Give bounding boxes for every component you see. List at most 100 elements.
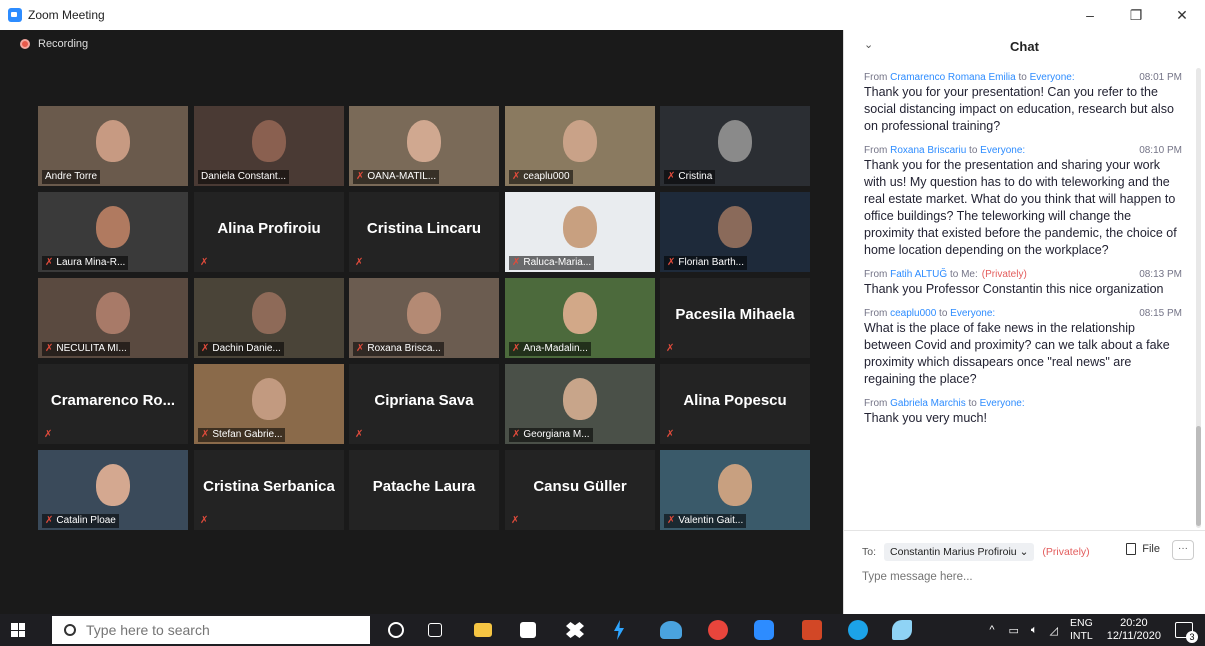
chat-message: From ceaplu000 to Everyone: 08:15 PM What … [864, 308, 1182, 388]
task-view-icon[interactable] [428, 623, 442, 637]
chat-message-input[interactable] [862, 571, 1182, 583]
participant-face [563, 120, 597, 162]
minimize-button[interactable]: – [1067, 0, 1113, 30]
message-sender[interactable]: Gabriela Marchis [890, 398, 966, 409]
participant-tile[interactable]: Cristina Lincaru ✗ [349, 192, 499, 272]
participant-tile[interactable]: ✗ OANA-MATIL... [349, 106, 499, 186]
message-recipient: Everyone [979, 398, 1022, 409]
message-text: Thank you for your presentation! Can you… [864, 85, 1174, 133]
chevron-down-icon[interactable]: ⌄ [864, 38, 873, 51]
chat-message: From Gabriela Marchis to Everyone: Thank … [864, 398, 1182, 427]
message-sender[interactable]: Cramarenco Romana Emilia [890, 72, 1016, 83]
vscode-icon[interactable] [614, 620, 624, 640]
scrollbar-thumb[interactable] [1196, 426, 1201, 526]
participant-tile[interactable]: ✗ Ana-Madalin... [505, 278, 655, 358]
participant-face [96, 120, 130, 162]
message-sender-line: From Gabriela Marchis to Everyone: [864, 398, 1025, 409]
chevron-up-icon[interactable]: ^ [989, 624, 994, 636]
participant-tile[interactable]: ✗ Roxana Brisca... [349, 278, 499, 358]
participant-tile[interactable]: ✗ Valentin Gait... [660, 450, 810, 530]
chat-message-list: From Cramarenco Romana Emilia to Everyon… [864, 72, 1182, 437]
maximize-button[interactable]: ❐ [1113, 0, 1159, 30]
participant-tile[interactable]: Alina Popescu ✗ [660, 364, 810, 444]
chat-message: From Cramarenco Romana Emilia to Everyon… [864, 72, 1182, 135]
cortana-icon[interactable] [388, 622, 404, 638]
mic-muted-icon: ✗ [511, 515, 520, 526]
chat-scrollbar[interactable] [1196, 68, 1201, 528]
participant-tile[interactable]: Pacesila Mihaela ✗ [660, 278, 810, 358]
file-label: File [1142, 543, 1160, 555]
more-options-button[interactable]: ··· [1172, 540, 1194, 560]
participant-tile[interactable]: ✗ NECULITA MI... [38, 278, 188, 358]
participant-tile[interactable]: Patache Laura [349, 450, 499, 530]
from-word: From [864, 269, 891, 280]
taskbar-search[interactable] [52, 616, 370, 644]
notification-count: 3 [1186, 631, 1198, 643]
participant-name: Dachin Danie... [212, 343, 281, 354]
participant-label: ✗ Florian Barth... [664, 256, 747, 270]
gallery-view: Recording Andre Torre Daniela Constant...… [0, 30, 843, 614]
start-button[interactable] [0, 614, 36, 646]
chat-message-meta: From Cramarenco Romana Emilia to Everyon… [864, 72, 1182, 83]
message-text: What is the place of fake news in the re… [864, 321, 1170, 386]
zoom-app-icon [8, 8, 22, 22]
notification-icon[interactable]: 3 [1175, 622, 1198, 643]
network-icon[interactable]: ◿ [1050, 624, 1058, 637]
message-sender[interactable]: Fatih ALTUĞ [890, 269, 947, 280]
dropbox-icon[interactable] [566, 622, 584, 638]
recording-indicator[interactable]: Recording [20, 38, 88, 50]
message-sender[interactable]: ceaplu000 [890, 308, 936, 319]
file-button[interactable]: File [1126, 543, 1160, 555]
message-sender-line: From ceaplu000 to Everyone: [864, 308, 995, 319]
recipient-select[interactable]: Constantin Marius Profiroiu ⌄ [884, 543, 1035, 561]
message-recipient: Everyone [980, 145, 1023, 156]
language-code: ENG [1069, 617, 1093, 629]
mic-muted-icon: ✗ [512, 429, 521, 440]
chrome-icon[interactable] [708, 620, 728, 640]
taskbar-search-input[interactable] [86, 622, 336, 638]
close-button[interactable]: ✕ [1159, 0, 1205, 30]
mail-icon[interactable] [660, 621, 682, 639]
participant-tile[interactable]: Cristina Serbanica ✗ [194, 450, 344, 530]
from-word: From [864, 308, 891, 319]
chat-panel: ⌄ Chat From Cramarenco Romana Emilia to … [843, 30, 1205, 614]
participant-name: ceaplu000 [523, 171, 570, 182]
window-title: Zoom Meeting [28, 8, 105, 22]
participant-tile[interactable]: ✗ Catalin Ploae [38, 450, 188, 530]
clock-time: 20:20 [1120, 617, 1148, 629]
language-indicator[interactable]: ENG INTL [1070, 617, 1093, 643]
clock[interactable]: 20:20 12/11/2020 [1107, 617, 1161, 643]
participant-tile[interactable]: Cansu Güller ✗ [505, 450, 655, 530]
battery-icon[interactable]: ▭ [1009, 624, 1019, 637]
participant-name: Cristina Lincaru [366, 220, 482, 237]
message-sender[interactable]: Roxana Briscariu [890, 145, 966, 156]
participant-tile[interactable]: Daniela Constant... [194, 106, 344, 186]
chat-title: Chat [1010, 38, 1039, 54]
participant-tile[interactable]: ✗ Laura Mina-R... [38, 192, 188, 272]
mic-muted-icon: ✗ [356, 343, 365, 354]
participant-tile[interactable]: ✗ ceaplu000 [505, 106, 655, 186]
participant-tile[interactable]: Andre Torre [38, 106, 188, 186]
participant-tile[interactable]: ✗ Florian Barth... [660, 192, 810, 272]
zoom-taskbar-icon[interactable] [754, 620, 774, 640]
windows-taskbar: ^ ▭ 🔈︎ ◿ ENG INTL 20:20 12/11/2020 3 [0, 614, 1205, 646]
chat-message-meta: From ceaplu000 to Everyone: 08:15 PM [864, 308, 1182, 319]
mic-muted-icon: ✗ [666, 429, 675, 440]
file-explorer-icon[interactable] [474, 623, 492, 637]
participant-tile[interactable]: ✗ Cristina [660, 106, 810, 186]
powerpoint-icon[interactable] [802, 620, 822, 640]
store-icon[interactable] [520, 622, 536, 638]
volume-icon[interactable]: 🔈︎ [1031, 624, 1038, 637]
paint-icon[interactable] [892, 620, 912, 640]
participant-tile[interactable]: ✗ Dachin Danie... [194, 278, 344, 358]
edge-icon[interactable] [848, 620, 868, 640]
participant-name: Cansu Güller [533, 478, 627, 495]
message-text: Thank you Professor Constantin this nice… [864, 282, 1164, 296]
participant-tile[interactable]: Cramarenco Ro... ✗ [38, 364, 188, 444]
participant-tile[interactable]: ✗ Stefan Gabrie... [194, 364, 344, 444]
participant-tile[interactable]: Cipriana Sava ✗ [349, 364, 499, 444]
participant-tile[interactable]: ✗ Raluca-Maria... [505, 192, 655, 272]
message-time: 08:01 PM [1139, 72, 1182, 83]
participant-tile[interactable]: Alina Profiroiu ✗ [194, 192, 344, 272]
participant-tile[interactable]: ✗ Georgiana M... [505, 364, 655, 444]
